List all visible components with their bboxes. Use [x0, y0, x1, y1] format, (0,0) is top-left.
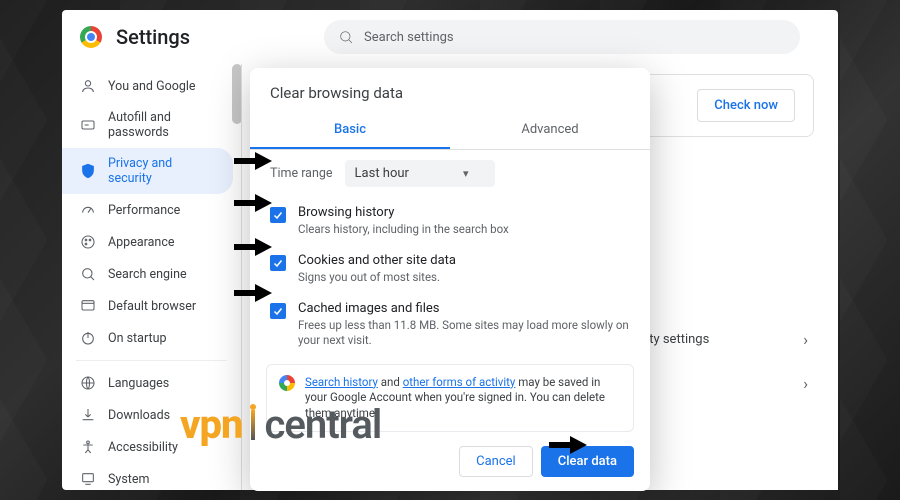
- option-desc: Signs you out of most sites.: [298, 270, 456, 285]
- globe-icon: [80, 375, 96, 391]
- chevron-right-icon: ›: [803, 330, 808, 349]
- sidebar-item-label: Default browser: [108, 299, 196, 314]
- time-range-label: Time range: [270, 166, 333, 181]
- sidebar-item-privacy-security[interactable]: Privacy and security: [62, 148, 233, 194]
- download-icon: [80, 407, 96, 423]
- sidebar-item-label: Performance: [108, 203, 180, 218]
- sidebar-item-label: Autofill and passwords: [108, 110, 215, 140]
- sidebar-item-label: Search engine: [108, 267, 187, 282]
- sidebar-item-system[interactable]: System: [62, 463, 233, 490]
- sidebar-item-label: System: [108, 472, 149, 487]
- sidebar-item-default-browser[interactable]: Default browser: [62, 290, 233, 322]
- palette-icon: [80, 234, 96, 250]
- dialog-title: Clear browsing data: [250, 84, 650, 112]
- search-icon: [80, 266, 96, 282]
- google-logo-icon: [279, 375, 295, 391]
- system-icon: [80, 471, 96, 487]
- search-icon: [338, 29, 354, 45]
- option-desc: Clears history, including in the search …: [298, 222, 509, 237]
- annotation-pointer-icon: [233, 190, 273, 216]
- sidebar-item-label: Accessibility: [108, 440, 178, 455]
- browser-icon: [80, 298, 96, 314]
- divider: [76, 360, 227, 361]
- option-desc: Frees up less than 11.8 MB. Some sites m…: [298, 318, 630, 348]
- check-now-button[interactable]: Check now: [697, 89, 795, 122]
- tab-advanced[interactable]: Advanced: [450, 112, 650, 149]
- sidebar-item-on-startup[interactable]: On startup: [62, 322, 233, 354]
- search-placeholder: Search settings: [364, 30, 454, 45]
- option-title: Cookies and other site data: [298, 253, 456, 268]
- chrome-logo-icon: [80, 26, 102, 48]
- sidebar-item-autofill[interactable]: Autofill and passwords: [62, 102, 233, 148]
- sidebar-item-label: Appearance: [108, 235, 175, 250]
- annotation-pointer-icon: [233, 280, 273, 306]
- annotation-pointer-icon: [233, 148, 273, 174]
- option-title: Cached images and files: [298, 301, 630, 316]
- chevron-right-icon: ›: [803, 374, 808, 393]
- sidebar-item-label: You and Google: [108, 79, 196, 94]
- person-icon: [80, 78, 96, 94]
- sidebar-item-you-and-google[interactable]: You and Google: [62, 70, 233, 102]
- power-icon: [80, 330, 96, 346]
- search-settings-input[interactable]: Search settings: [324, 20, 800, 54]
- sidebar-item-languages[interactable]: Languages: [62, 367, 233, 399]
- accessibility-icon: [80, 439, 96, 455]
- other-activity-link[interactable]: other forms of activity: [403, 375, 516, 389]
- sidebar-item-label: Downloads: [108, 408, 170, 423]
- page-title: Settings: [116, 25, 190, 49]
- dialog-tabs: Basic Advanced: [250, 112, 650, 150]
- header: Settings Search settings: [62, 10, 838, 64]
- tab-basic[interactable]: Basic: [250, 112, 450, 149]
- autofill-icon: [80, 117, 96, 133]
- sidebar-item-performance[interactable]: Performance: [62, 194, 233, 226]
- scrollbar[interactable]: [232, 64, 242, 124]
- sidebar-item-appearance[interactable]: Appearance: [62, 226, 233, 258]
- cancel-button[interactable]: Cancel: [459, 446, 533, 477]
- time-range-select[interactable]: Last hour: [345, 160, 495, 187]
- search-history-link[interactable]: Search history: [305, 375, 378, 389]
- time-range-value: Last hour: [355, 166, 409, 181]
- annotation-pointer-icon: [233, 234, 273, 260]
- sidebar-item-search-engine[interactable]: Search engine: [62, 258, 233, 290]
- pin-icon: [246, 404, 260, 446]
- watermark: vpn central: [180, 401, 381, 448]
- speedometer-icon: [80, 202, 96, 218]
- shield-icon: [80, 163, 96, 179]
- sidebar-item-label: Privacy and security: [108, 156, 215, 186]
- watermark-text-b: central: [264, 401, 381, 448]
- sidebar-item-label: Languages: [108, 376, 169, 391]
- option-title: Browsing history: [298, 205, 509, 220]
- sidebar-item-label: On startup: [108, 331, 166, 346]
- annotation-pointer-icon: [548, 432, 588, 458]
- watermark-text-a: vpn: [180, 401, 242, 448]
